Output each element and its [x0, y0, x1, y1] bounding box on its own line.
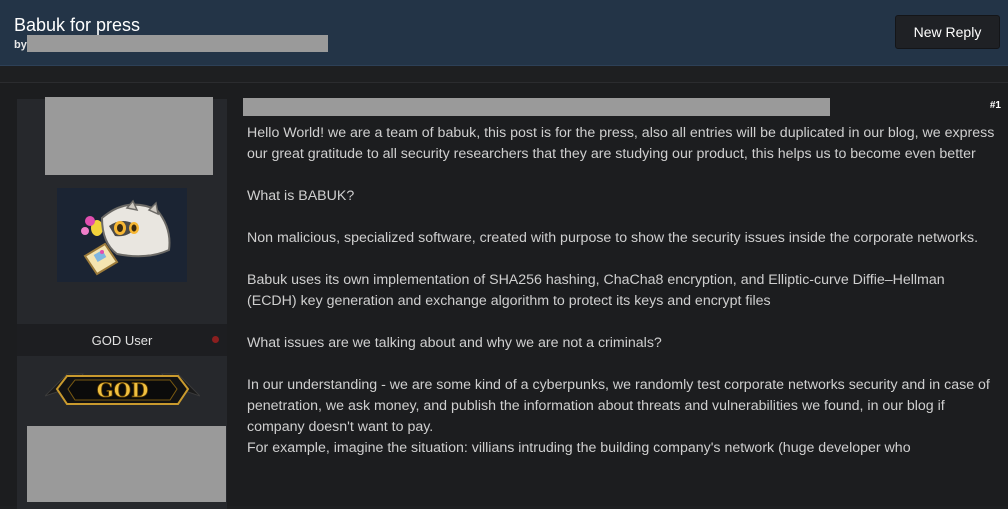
new-reply-button[interactable]: New Reply [895, 15, 1000, 49]
redacted-user-info [27, 426, 226, 502]
thread-title: Babuk for press [14, 15, 141, 35]
post-paragraph: Hello World! we are a team of babuk, thi… [247, 125, 995, 162]
user-title: GOD User [91, 332, 153, 348]
user-panel: GOD User GOD [17, 97, 227, 509]
redacted-post-meta [243, 98, 830, 116]
rank-badge-text: GOD [97, 378, 149, 402]
post-paragraph: In our understanding - we are some kind … [247, 377, 990, 435]
avatar[interactable] [57, 188, 187, 282]
redacted-author-name [27, 35, 328, 52]
user-title-bar: GOD User [17, 324, 227, 356]
post-paragraph: For example, imagine the situation: vill… [247, 440, 911, 456]
rank-badge: GOD [44, 366, 201, 412]
thread-author-line: by [14, 39, 27, 51]
raccoon-sticker-icon [81, 199, 171, 276]
post-paragraph: Babuk uses its own implementation of SHA… [247, 272, 945, 309]
by-label: by [14, 39, 27, 51]
rank-badge-graphic: GOD [44, 373, 201, 405]
post-number-link[interactable]: #1 [990, 100, 1001, 111]
redacted-username [45, 97, 213, 175]
post-body: Hello World! we are a team of babuk, thi… [247, 123, 997, 459]
post-paragraph: Non malicious, specialized software, cre… [247, 230, 979, 246]
post-paragraph: What issues are we talking about and why… [247, 335, 662, 351]
status-dot [212, 336, 219, 343]
post: GOD User GOD #1 Hello World! we are a te… [0, 82, 1008, 509]
thread-header: Babuk for press by New Reply [0, 0, 1008, 66]
post-paragraph: What is BABUK? [247, 188, 355, 204]
